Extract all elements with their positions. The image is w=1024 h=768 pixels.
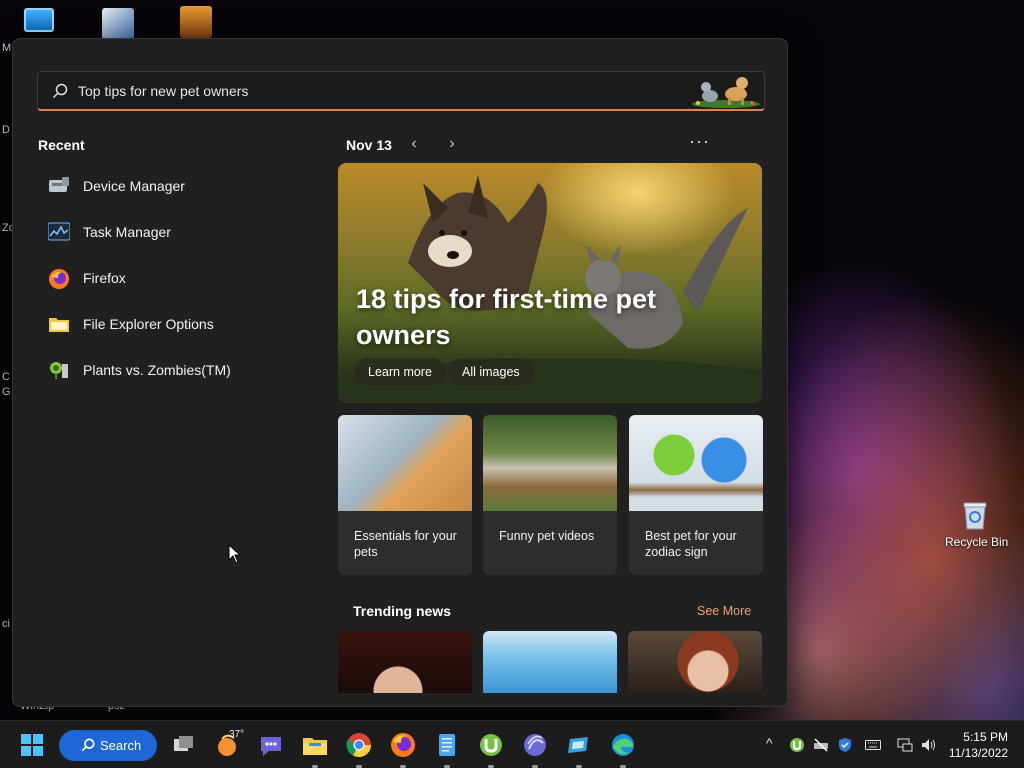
utorrent-tray-icon[interactable]: [789, 737, 805, 753]
taskbar-clock[interactable]: 5:15 PM 11/13/2022: [949, 729, 1008, 761]
desktop-edge-label-6: ci: [2, 618, 10, 630]
card-best-pet-zodiac[interactable]: Best pet for your zodiac sign: [629, 415, 763, 575]
see-more-link[interactable]: See More: [697, 604, 751, 618]
network-tray-icon[interactable]: [897, 737, 913, 753]
recent-item-label: Device Manager: [83, 178, 185, 194]
card-essentials-for-pets[interactable]: Essentials for your pets: [338, 415, 472, 575]
desktop-icon-game[interactable]: [180, 6, 212, 38]
learn-more-button[interactable]: Learn more: [354, 358, 446, 386]
recent-item-task-manager[interactable]: Task Manager: [37, 212, 307, 252]
edge-icon[interactable]: [607, 729, 639, 761]
search-highlight-illustration: [690, 72, 762, 108]
news-thumbnail-2[interactable]: [483, 631, 617, 693]
utorrent-icon[interactable]: [475, 729, 507, 761]
clock-date: 11/13/2022: [948, 746, 1008, 760]
card-thumbnail-cat: [338, 415, 472, 511]
recent-heading: Recent: [38, 137, 85, 153]
plants-vs-zombies-icon: [48, 360, 70, 380]
desktop-edge-label-4: C: [2, 371, 10, 383]
search-flyout: Recent Device Manager Task Manager Firef…: [12, 38, 788, 707]
chrome-icon[interactable]: [343, 729, 375, 761]
desktop-edge-label-5: G: [2, 386, 11, 398]
search-icon: [81, 738, 95, 752]
next-day-chevron-icon[interactable]: ›: [444, 135, 460, 153]
hero-title: 18 tips for first-time pet owners: [356, 284, 657, 350]
network-drive-tray-icon[interactable]: [813, 737, 829, 753]
clock-time: 5:15 PM: [963, 730, 1008, 744]
firefox-icon: [48, 268, 70, 289]
notepad-icon[interactable]: [431, 729, 463, 761]
hero-card[interactable]: 18 tips for first-time pet owners Learn …: [338, 163, 762, 403]
card-caption: Funny pet videos: [499, 529, 595, 543]
card-funny-pet-videos[interactable]: Funny pet videos: [483, 415, 617, 575]
trending-news-heading: Trending news: [353, 603, 452, 619]
recent-item-file-explorer-options[interactable]: File Explorer Options: [37, 304, 307, 344]
desktop-icon-shortcut[interactable]: [102, 8, 134, 40]
desktop-edge-label-2: D: [2, 124, 10, 136]
file-explorer-icon[interactable]: [299, 729, 331, 761]
news-thumbnail-3[interactable]: [628, 631, 762, 693]
windows-logo-icon: [21, 734, 43, 756]
taskbar-search-label: Search: [100, 738, 142, 753]
recycle-bin-icon[interactable]: [962, 500, 988, 530]
card-thumbnail-dog-on-chair: [483, 415, 617, 511]
remote-app-icon[interactable]: [563, 729, 595, 761]
windows-security-tray-icon[interactable]: [837, 737, 853, 753]
recent-item-label: File Explorer Options: [83, 316, 214, 332]
weather-temperature: 37°: [229, 729, 245, 740]
recent-item-firefox[interactable]: Firefox: [37, 258, 307, 298]
taskbar: Search 37° ^ 5:15 PM 11/13/2022: [0, 720, 1024, 768]
keyboard-tray-icon[interactable]: [865, 737, 881, 753]
desktop-icon-this-pc[interactable]: [24, 8, 54, 32]
search-box[interactable]: [37, 71, 765, 111]
qbittorrent-icon[interactable]: [519, 729, 551, 761]
card-caption: Essentials for your pets: [354, 529, 457, 559]
recent-item-label: Plants vs. Zombies(TM): [83, 362, 231, 378]
news-thumbnail-1[interactable]: [338, 631, 472, 693]
start-button[interactable]: [16, 729, 48, 761]
card-caption: Best pet for your zodiac sign: [645, 529, 737, 559]
recent-item-label: Task Manager: [83, 224, 171, 240]
tray-overflow-chevron-icon[interactable]: ^: [766, 735, 773, 751]
desktop-edge-label-1: M: [2, 42, 12, 54]
volume-tray-icon[interactable]: [921, 737, 937, 753]
all-images-button[interactable]: All images: [448, 358, 534, 386]
search-input[interactable]: [78, 80, 678, 102]
recent-item-label: Firefox: [83, 270, 126, 286]
highlight-date: Nov 13: [346, 137, 392, 153]
search-icon: [52, 83, 68, 99]
firefox-taskbar-icon[interactable]: [387, 729, 419, 761]
recent-item-plants-vs-zombies[interactable]: Plants vs. Zombies(TM): [37, 350, 307, 390]
recycle-bin-label: Recycle Bin: [945, 535, 1009, 549]
mouse-cursor-icon: [228, 544, 242, 564]
more-options-icon[interactable]: ···: [689, 131, 710, 152]
task-view-icon[interactable]: [168, 729, 200, 761]
recent-item-device-manager[interactable]: Device Manager: [37, 166, 307, 206]
previous-day-chevron-icon[interactable]: ‹: [406, 135, 422, 153]
taskbar-search-button[interactable]: Search: [59, 730, 157, 761]
device-manager-icon: [48, 176, 70, 196]
card-thumbnail-budgies: [629, 415, 763, 511]
folder-options-icon: [48, 314, 70, 334]
task-manager-icon: [47, 222, 71, 242]
teams-chat-icon[interactable]: [255, 729, 287, 761]
